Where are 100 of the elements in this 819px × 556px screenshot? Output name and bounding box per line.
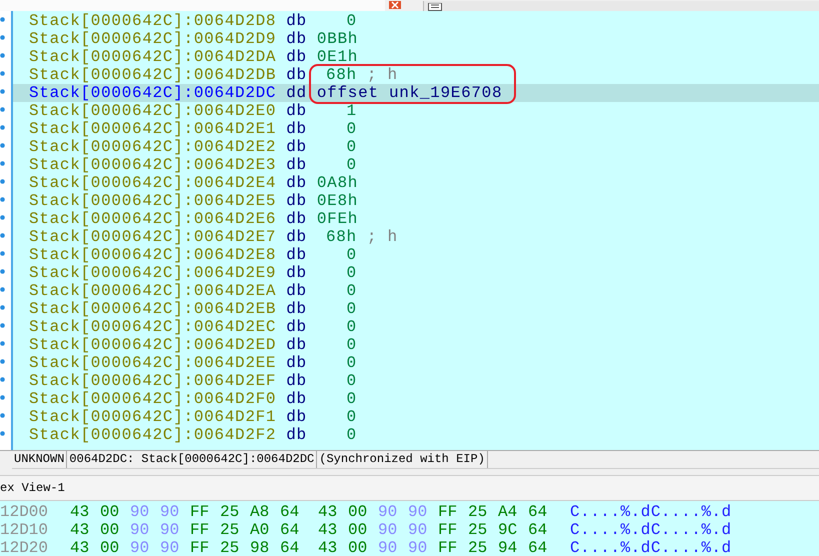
mnemonic: db <box>286 102 307 120</box>
hex-byte: 43 <box>318 539 338 556</box>
address: Stack[0000642C]:0064D2EA <box>29 282 276 300</box>
hex-byte: 43 <box>318 503 338 521</box>
address: Stack[0000642C]:0064D2E2 <box>29 138 276 156</box>
listing-row[interactable]: Stack[0000642C]:0064D2F1 db 0 <box>13 408 819 426</box>
listing-row[interactable]: Stack[0000642C]:0064D2E3 db 0 <box>13 156 819 174</box>
operand: 0A8h <box>316 174 357 192</box>
listing-row[interactable]: Stack[0000642C]:0064D2E4 db 0A8h <box>13 174 819 192</box>
listing-row[interactable]: Stack[0000642C]:0064D2E5 db 0E8h <box>13 192 819 210</box>
operand: 0 <box>346 300 357 318</box>
hex-byte: 00 <box>100 539 120 556</box>
close-icon[interactable] <box>389 1 401 9</box>
mnemonic: db <box>286 390 307 408</box>
breakpoint-dot-icon[interactable] <box>0 143 5 148</box>
hex-address: 12D20 <box>0 539 50 556</box>
breakpoint-dot-icon[interactable] <box>0 269 5 274</box>
listing-row[interactable]: Stack[0000642C]:0064D2D8 db 0 <box>13 12 819 30</box>
listing-row[interactable]: Stack[0000642C]:0064D2ED db 0 <box>13 336 819 354</box>
hex-byte: 90 <box>160 521 180 539</box>
mnemonic: dd <box>286 84 307 102</box>
operand: 0 <box>346 282 357 300</box>
listing-row[interactable]: Stack[0000642C]:0064D2E6 db 0FEh <box>13 210 819 228</box>
operand: 0 <box>346 264 357 282</box>
breakpoint-dot-icon[interactable] <box>0 323 5 328</box>
status-text: 0064D2DC: Stack[0000642C]:0064D2DC <box>67 451 318 468</box>
operand: 68h <box>324 228 357 246</box>
hex-byte: 90 <box>130 521 150 539</box>
breakpoint-dot-icon[interactable] <box>0 89 5 94</box>
hex-byte: 64 <box>280 521 300 539</box>
comment: ; h <box>366 66 398 84</box>
breakpoint-dot-icon[interactable] <box>0 233 5 238</box>
listing-row[interactable]: Stack[0000642C]:0064D2DB db 68h ; h <box>13 66 819 84</box>
hex-byte: A4 <box>498 503 518 521</box>
listing-row[interactable]: Stack[0000642C]:0064D2E9 db 0 <box>13 264 819 282</box>
ascii-text: C....%.dC....%.d <box>570 539 732 556</box>
operand: 0 <box>346 408 357 426</box>
address: Stack[0000642C]:0064D2D8 <box>29 12 276 30</box>
breakpoint-dot-icon[interactable] <box>0 341 5 346</box>
address: Stack[0000642C]:0064D2D9 <box>29 30 276 48</box>
breakpoint-dot-icon[interactable] <box>0 215 5 220</box>
listing-row[interactable]: Stack[0000642C]:0064D2EC db 0 <box>13 318 819 336</box>
listing-row[interactable]: Stack[0000642C]:0064D2E7 db 68h ; h <box>13 228 819 246</box>
address: Stack[0000642C]:0064D2E7 <box>29 228 276 246</box>
listing-row[interactable]: Stack[0000642C]:0064D2D9 db 0BBh <box>13 30 819 48</box>
panel-title: ex View-1 <box>0 481 65 495</box>
mnemonic: db <box>286 66 307 84</box>
hex-byte: FF <box>190 503 210 521</box>
hex-byte: 43 <box>70 503 90 521</box>
breakpoint-dot-icon[interactable] <box>0 359 5 364</box>
breakpoint-dot-icon[interactable] <box>0 179 5 184</box>
breakpoint-dot-icon[interactable] <box>0 53 5 58</box>
hex-byte: 25 <box>468 521 488 539</box>
hex-byte: 00 <box>348 539 368 556</box>
listing-row[interactable]: Stack[0000642C]:0064D2DA db 0E1h <box>13 48 819 66</box>
address: Stack[0000642C]:0064D2EF <box>29 372 276 390</box>
listing-row[interactable]: Stack[0000642C]:0064D2EB db 0 <box>13 300 819 318</box>
address: Stack[0000642C]:0064D2E6 <box>29 210 276 228</box>
listing-row[interactable]: Stack[0000642C]:0064D2E8 db 0 <box>13 246 819 264</box>
hex-byte: 98 <box>250 539 270 556</box>
listing-row[interactable]: Stack[0000642C]:0064D2EE db 0 <box>13 354 819 372</box>
status-text: (Synchronized with EIP) <box>317 451 488 468</box>
breakpoint-dot-icon[interactable] <box>0 161 5 166</box>
hex-byte: 90 <box>408 539 428 556</box>
breakpoint-dot-icon[interactable] <box>0 17 5 22</box>
operand: 0BBh <box>316 30 357 48</box>
listing-row[interactable]: Stack[0000642C]:0064D2EA db 0 <box>13 282 819 300</box>
breakpoint-dot-icon[interactable] <box>0 413 5 418</box>
listing-row[interactable]: Stack[0000642C]:0064D2F0 db 0 <box>13 390 819 408</box>
operand: 1 <box>346 102 357 120</box>
listing-row[interactable]: Stack[0000642C]:0064D2E1 db 0 <box>13 120 819 138</box>
mnemonic: db <box>286 192 307 210</box>
address: Stack[0000642C]:0064D2DB <box>29 66 276 84</box>
breakpoint-dot-icon[interactable] <box>0 35 5 40</box>
operand: 0 <box>346 246 357 264</box>
hex-byte: 64 <box>528 539 548 556</box>
listing-row[interactable]: Stack[0000642C]:0064D2E2 db 0 <box>13 138 819 156</box>
breakpoint-dot-icon[interactable] <box>0 305 5 310</box>
breakpoint-dot-icon[interactable] <box>0 251 5 256</box>
mnemonic: db <box>286 48 307 66</box>
listing-row[interactable]: Stack[0000642C]:0064D2EF db 0 <box>13 372 819 390</box>
hex-byte: 25 <box>468 539 488 556</box>
listing-row[interactable]: Stack[0000642C]:0064D2F2 db 0 <box>13 426 819 444</box>
listing-row[interactable]: Stack[0000642C]:0064D2E0 db 1 <box>13 102 819 120</box>
breakpoint-dot-icon[interactable] <box>0 197 5 202</box>
selected-listing-row[interactable]: Stack[0000642C]:0064D2DC dd offset unk_19E6708 <box>13 84 819 102</box>
operand: 0 <box>346 156 357 174</box>
mnemonic: db <box>286 300 307 318</box>
breakpoint-dot-icon[interactable] <box>0 71 5 76</box>
hex-byte: 90 <box>408 521 428 539</box>
hex-byte: 64 <box>528 503 548 521</box>
mnemonic: db <box>286 210 307 228</box>
mnemonic: db <box>286 354 307 372</box>
hex-byte: 25 <box>220 521 240 539</box>
breakpoint-dot-icon[interactable] <box>0 431 5 436</box>
breakpoint-dot-icon[interactable] <box>0 287 5 292</box>
breakpoint-dot-icon[interactable] <box>0 395 5 400</box>
breakpoint-dot-icon[interactable] <box>0 125 5 130</box>
breakpoint-dot-icon[interactable] <box>0 107 5 112</box>
breakpoint-dot-icon[interactable] <box>0 377 5 382</box>
